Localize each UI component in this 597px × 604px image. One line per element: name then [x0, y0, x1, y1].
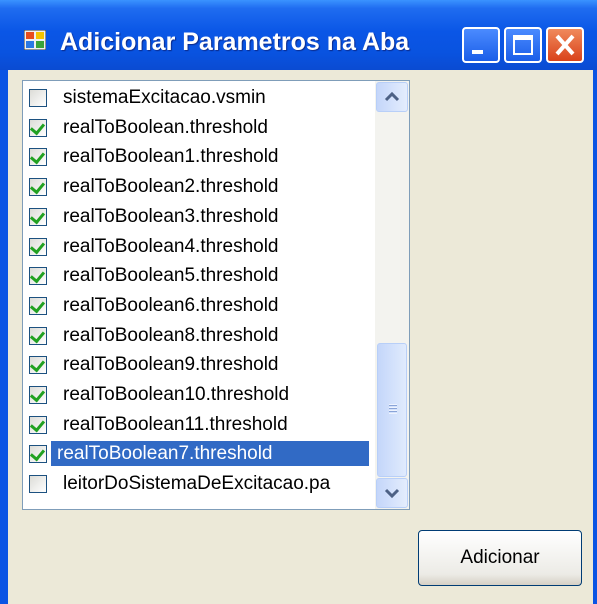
grip-icon	[389, 404, 397, 414]
list-item[interactable]: realToBoolean6.threshold	[23, 291, 371, 320]
window-title: Adicionar Parametros na Aba	[60, 28, 410, 56]
checkmark-icon	[29, 446, 46, 462]
title-bar[interactable]: Adicionar Parametros na Aba	[0, 0, 597, 70]
item-checkbox[interactable]	[29, 296, 47, 315]
item-label: realToBoolean2.threshold	[63, 176, 279, 198]
item-checkbox[interactable]	[29, 207, 47, 226]
chevron-up-icon	[384, 91, 400, 102]
item-checkbox[interactable]	[29, 475, 47, 494]
checkmark-icon	[29, 327, 46, 343]
item-label: realToBoolean9.threshold	[63, 354, 279, 376]
chevron-down-icon	[384, 488, 400, 499]
item-label: realToBoolean5.threshold	[63, 265, 279, 287]
item-checkbox[interactable]	[29, 118, 47, 137]
maximize-button[interactable]	[504, 27, 542, 63]
item-checkbox[interactable]	[29, 326, 47, 345]
list-item[interactable]: realToBoolean2.threshold	[23, 172, 371, 201]
item-checkbox[interactable]	[29, 237, 47, 256]
maximize-icon	[513, 35, 533, 55]
list-item[interactable]: realToBoolean1.threshold	[23, 142, 371, 171]
checkmark-icon	[29, 356, 46, 373]
item-checkbox[interactable]	[29, 178, 47, 197]
item-checkbox[interactable]	[29, 415, 47, 434]
list-item[interactable]: realToBoolean9.threshold	[23, 350, 371, 379]
item-checkbox[interactable]	[29, 356, 47, 375]
item-checkbox[interactable]	[29, 386, 47, 404]
list-item[interactable]: realToBoolean8.threshold	[23, 321, 371, 350]
list-item[interactable]: realToBoolean3.threshold	[23, 202, 371, 231]
minimize-icon	[472, 50, 483, 54]
list-item[interactable]: realToBoolean4.threshold	[23, 232, 371, 261]
item-checkbox[interactable]	[29, 267, 47, 286]
item-label: leitorDoSistemaDeExcitacao.pa	[63, 473, 331, 495]
item-label: realToBoolean8.threshold	[63, 324, 279, 346]
list-item[interactable]: sistemaExcitacao.vsmin	[23, 83, 371, 112]
minimize-button[interactable]	[462, 27, 500, 63]
item-checkbox[interactable]	[29, 148, 47, 167]
checkmark-icon	[29, 149, 46, 165]
list-item[interactable]: realToBoolean.threshold	[23, 113, 371, 142]
item-label: realToBoolean3.threshold	[63, 205, 279, 227]
scroll-thumb[interactable]	[377, 343, 407, 477]
item-label: realToBoolean.threshold	[63, 116, 268, 138]
checkmark-icon	[29, 297, 46, 314]
app-icon	[24, 30, 46, 50]
checkmark-icon	[29, 119, 46, 136]
close-button[interactable]	[546, 27, 584, 63]
item-checkbox[interactable]	[29, 445, 47, 464]
parameter-checklist[interactable]: sistemaExcitacao.vsmin realToBoolean.thre…	[22, 80, 410, 510]
checkmark-icon	[29, 386, 46, 403]
item-label: realToBoolean7.threshold	[51, 441, 369, 467]
item-label: realToBoolean6.threshold	[63, 294, 279, 316]
dialog-client-area: sistemaExcitacao.vsmin realToBoolean.thre…	[8, 70, 593, 604]
checkmark-icon	[29, 267, 46, 284]
dialog-window: Adicionar Parametros na Aba sistemaExcit…	[0, 0, 597, 604]
item-label: realToBoolean11.threshold	[63, 413, 288, 435]
item-checkbox[interactable]	[29, 89, 47, 107]
list-item[interactable]: realToBoolean11.threshold	[23, 410, 371, 439]
list-item[interactable]: realToBoolean5.threshold	[23, 261, 371, 290]
item-label: realToBoolean10.threshold	[63, 384, 290, 405]
scroll-up-button[interactable]	[376, 82, 408, 112]
close-icon	[555, 34, 575, 56]
item-label: sistemaExcitacao.vsmin	[63, 87, 266, 108]
scroll-down-button[interactable]	[376, 478, 408, 508]
item-label: realToBoolean4.threshold	[63, 235, 279, 257]
list-item[interactable]: leitorDoSistemaDeExcitacao.pa	[23, 469, 371, 498]
item-label: realToBoolean1.threshold	[63, 146, 279, 168]
vertical-scrollbar[interactable]	[375, 81, 409, 509]
add-button[interactable]: Adicionar	[418, 530, 582, 586]
checkmark-icon	[29, 178, 46, 195]
checkmark-icon	[29, 416, 46, 433]
list-item[interactable]: realToBoolean7.threshold	[23, 439, 371, 468]
list-item[interactable]: realToBoolean10.threshold	[23, 380, 371, 409]
checkmark-icon	[29, 208, 46, 225]
checkmark-icon	[29, 238, 46, 254]
